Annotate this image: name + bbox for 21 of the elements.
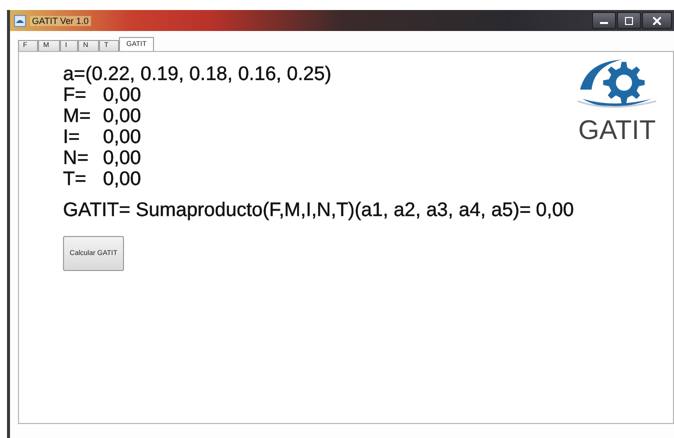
formula-value: 0,00 xyxy=(536,199,574,222)
variable-value: 0,00 xyxy=(103,169,141,190)
close-button[interactable] xyxy=(642,12,672,29)
variable-label: I= xyxy=(63,127,81,148)
formula-label: GATIT= Sumaproducto(F,M,I,N,T)(a1, a2, a3, a4, a5)= xyxy=(63,199,531,222)
variable-value: 0,00 xyxy=(103,127,141,148)
window-title: GATIT Ver 1.0 xyxy=(30,16,91,26)
weights-text: a=(0.22, 0.19, 0.18, 0.16, 0.25) xyxy=(63,64,332,85)
variable-label: F= xyxy=(63,85,88,106)
maximize-icon xyxy=(625,16,633,24)
variable-value: 0,00 xyxy=(103,85,141,106)
variable-label: N= xyxy=(63,148,90,169)
variable-value: 0,00 xyxy=(103,106,141,127)
logo-text: GATIT xyxy=(578,115,656,146)
variable-value: 0,00 xyxy=(103,148,141,169)
variable-label: M= xyxy=(63,106,92,127)
maximize-button[interactable] xyxy=(617,12,641,29)
minimize-button[interactable] xyxy=(592,12,616,29)
variable-label: T= xyxy=(63,169,88,190)
app-icon xyxy=(14,14,26,26)
close-icon xyxy=(653,16,661,24)
